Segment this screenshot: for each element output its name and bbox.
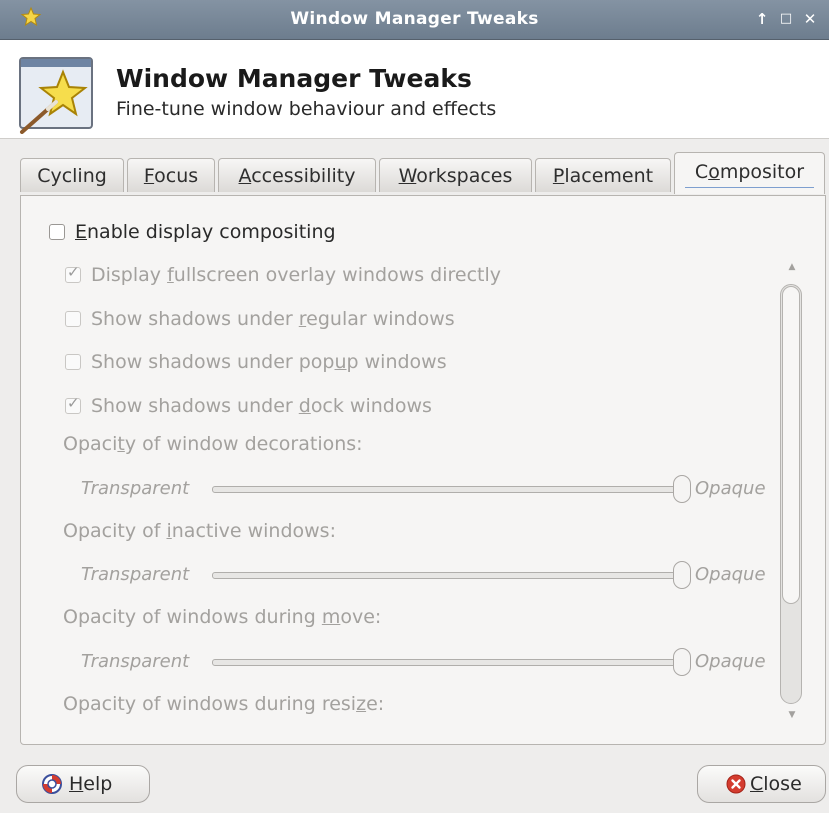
- tab-mnemonic: o: [708, 161, 720, 183]
- tab-compositor[interactable]: Compositor: [674, 152, 825, 194]
- fullscreen-overlay-checkbox[interactable]: Display fullscreen overlay windows direc…: [65, 263, 501, 287]
- slider-handle[interactable]: [673, 475, 691, 503]
- close-icon[interactable]: ✕: [802, 10, 818, 28]
- tab-label: ccessibility: [251, 165, 356, 187]
- close-button[interactable]: Close: [697, 765, 826, 803]
- dialog-header: Window Manager Tweaks Fine-tune window b…: [0, 40, 829, 139]
- slider-max-label: Opaque: [695, 651, 766, 672]
- header-title: Window Manager Tweaks: [116, 64, 472, 93]
- scrollbar-thumb[interactable]: [782, 286, 800, 604]
- tab-label: C: [694, 161, 709, 183]
- resize-opacity-label: Opacity of windows during resize:: [63, 693, 385, 715]
- header-subtitle: Fine-tune window behaviour and effects: [116, 98, 497, 120]
- slider-handle[interactable]: [673, 648, 691, 676]
- checkbox-label: Display fullscreen overlay windows direc…: [91, 264, 502, 286]
- tab-label: mpositor: [719, 161, 805, 183]
- move-opacity-label: Opacity of windows during move:: [63, 606, 382, 628]
- slider-min-label: Transparent: [81, 651, 190, 672]
- tab-mnemonic: W: [398, 165, 417, 187]
- inactive-opacity-slider[interactable]: Transparent Opaque: [81, 560, 781, 590]
- close-circle-icon: [726, 774, 746, 794]
- tab-workspaces[interactable]: Workspaces: [379, 158, 532, 192]
- enable-compositing-checkbox[interactable]: Enable display compositing: [49, 220, 336, 244]
- help-label: Help: [69, 773, 113, 795]
- help-lifebuoy-icon: [42, 774, 62, 794]
- slider-track[interactable]: [212, 572, 684, 579]
- scroll-up-arrow-icon[interactable]: ▲: [785, 262, 799, 272]
- star-wand-icon: [19, 57, 93, 134]
- tab-label: Cycling: [37, 165, 107, 187]
- checkbox-box[interactable]: [49, 224, 65, 240]
- slider-track[interactable]: [212, 659, 684, 666]
- decorations-opacity-slider[interactable]: Transparent Opaque: [81, 474, 781, 504]
- tab-label: ocus: [154, 165, 199, 187]
- tab-accessibility[interactable]: Accessibility: [218, 158, 376, 192]
- decorations-opacity-label: Opacity of window decorations:: [63, 433, 363, 455]
- scroll-down-arrow-icon[interactable]: ▼: [785, 710, 799, 720]
- tab-label: orkspaces: [416, 165, 513, 187]
- checkbox-box[interactable]: [65, 263, 81, 283]
- move-opacity-slider[interactable]: Transparent Opaque: [81, 647, 781, 677]
- tab-mnemonic: F: [143, 165, 155, 187]
- popup-shadows-checkbox[interactable]: Show shadows under popup windows: [65, 350, 447, 374]
- window-titlebar[interactable]: Window Manager Tweaks ↑ □ ✕: [0, 0, 829, 40]
- scrollbar-track[interactable]: [780, 284, 802, 704]
- vertical-scrollbar[interactable]: ▲ ▼: [779, 262, 805, 724]
- slider-max-label: Opaque: [695, 478, 766, 499]
- slider-min-label: Transparent: [81, 564, 190, 585]
- checkbox-label: Show shadows under dock windows: [91, 395, 432, 417]
- regular-shadows-checkbox[interactable]: Show shadows under regular windows: [65, 307, 455, 331]
- checkbox-box[interactable]: [65, 311, 81, 327]
- inactive-opacity-label: Opacity of inactive windows:: [63, 520, 336, 542]
- checkbox-label: Show shadows under popup windows: [91, 351, 447, 373]
- tab-label: lacement: [564, 165, 654, 187]
- slider-track[interactable]: [212, 486, 684, 493]
- window-title: Window Manager Tweaks: [290, 9, 539, 29]
- checkbox-label: Show shadows under regular windows: [91, 308, 455, 330]
- tab-placement[interactable]: Placement: [535, 158, 671, 192]
- close-label: Close: [750, 773, 802, 795]
- slider-handle[interactable]: [673, 561, 691, 589]
- maximize-icon[interactable]: □: [778, 10, 794, 28]
- tab-cycling[interactable]: Cycling: [20, 158, 124, 192]
- slider-min-label: Transparent: [81, 478, 190, 499]
- checkbox-label: Enable display compositing: [75, 221, 336, 243]
- slider-max-label: Opaque: [695, 564, 766, 585]
- checkbox-box[interactable]: [65, 354, 81, 370]
- dock-shadows-checkbox[interactable]: Show shadows under dock windows: [65, 394, 432, 418]
- arrow-up-icon[interactable]: ↑: [754, 10, 770, 28]
- tab-mnemonic: P: [552, 165, 565, 187]
- help-button[interactable]: Help: [16, 765, 150, 803]
- tab-focus[interactable]: Focus: [127, 158, 215, 192]
- tab-mnemonic: A: [238, 165, 252, 187]
- compositor-panel: Enable display compositing Display fulls…: [20, 195, 826, 745]
- checkbox-box[interactable]: [65, 394, 81, 414]
